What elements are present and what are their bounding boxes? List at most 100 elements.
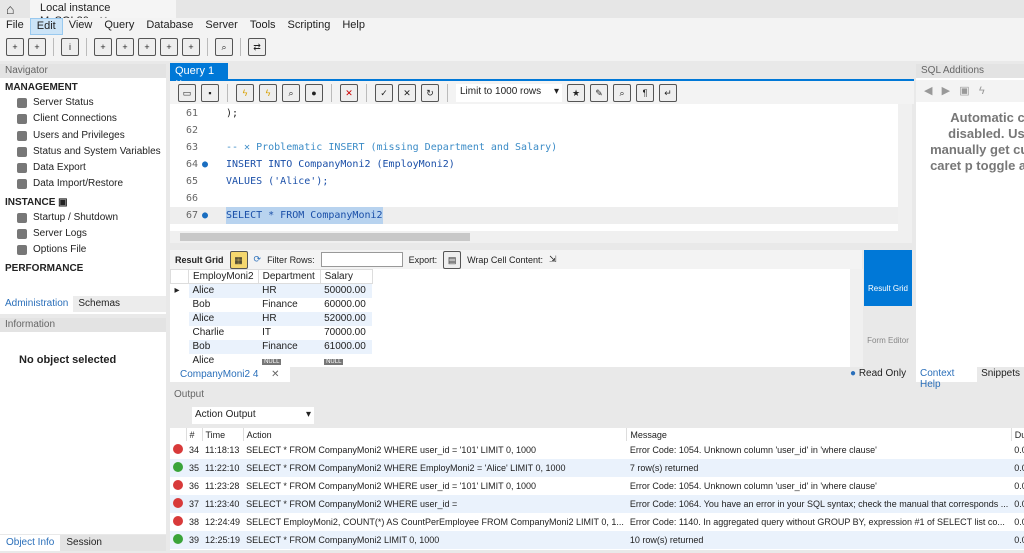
save-icon[interactable]: ▪ [201, 83, 219, 102]
form-editor-side-button[interactable]: Form Editor [864, 306, 912, 366]
cell[interactable]: Alice [189, 354, 259, 368]
tab-administration[interactable]: Administration [0, 296, 74, 312]
execute-current-icon[interactable]: ϟ [259, 83, 277, 102]
table-row[interactable]: Bob Finance 60000.00 [171, 298, 373, 312]
menu-scripting[interactable]: Scripting [282, 18, 337, 35]
column-header[interactable]: EmployMoni2 [188, 269, 259, 284]
new-sql-tab-icon[interactable]: + [6, 38, 24, 56]
cell[interactable]: Bob [189, 298, 259, 312]
cell[interactable]: Finance [258, 298, 320, 312]
cell[interactable]: 70000.00 [320, 326, 372, 340]
forward-icon[interactable]: ▶ [942, 85, 950, 97]
cell[interactable]: Bob [188, 339, 259, 354]
menu-view[interactable]: View [63, 18, 99, 35]
nav-users-privileges[interactable]: Users and Privileges [0, 128, 166, 144]
nav-status-variables[interactable]: Status and System Variables [0, 144, 166, 160]
column-header[interactable]: Time [202, 428, 244, 441]
output-row[interactable]: 38 12:24:49 SELECT EmployMoni2, COUNT(*)… [170, 513, 1024, 531]
nav-options-file[interactable]: Options File [0, 242, 166, 258]
tab-snippets[interactable]: Snippets [977, 367, 1024, 382]
tab-schemas[interactable]: Schemas [73, 296, 125, 312]
autocommit-icon[interactable]: ↻ [421, 83, 439, 102]
nav-data-import[interactable]: Data Import/Restore [0, 176, 166, 192]
inspector-icon[interactable]: i [61, 38, 79, 56]
grid-vertical-scrollbar[interactable] [850, 269, 863, 367]
column-header[interactable]: Salary [319, 269, 373, 284]
table-row[interactable]: ▸ Alice HR 50000.00 [171, 283, 373, 298]
auto-help-icon[interactable]: ϟ [979, 85, 985, 97]
null-badge[interactable]: NULL [324, 359, 344, 365]
bookmark-icon[interactable]: ★ [567, 83, 585, 102]
commit-icon[interactable]: ✓ [375, 83, 393, 102]
create-function-icon[interactable]: + [182, 38, 200, 56]
wrap-cell-icon[interactable]: ⇲ [549, 254, 557, 265]
cell[interactable]: Finance [258, 339, 321, 354]
create-procedure-icon[interactable]: + [160, 38, 178, 56]
home-icon[interactable]: ⌂ [6, 1, 14, 17]
table-row[interactable]: Bob Finance 61000.00 [171, 339, 373, 354]
null-badge[interactable]: NULL [262, 359, 282, 365]
column-header[interactable]: Dura [1011, 428, 1024, 441]
cell[interactable]: 50000.00 [320, 283, 373, 298]
output-row[interactable]: 39 12:25:19 SELECT * FROM CompanyMoni2 L… [170, 531, 1024, 549]
explain-icon[interactable]: ⌕ [282, 83, 300, 102]
result-grid[interactable]: EmployMoni2 Department Salary ▸ Alice HR 5000… [170, 269, 850, 367]
result-grid-side-button[interactable]: Result Grid [864, 250, 912, 306]
nav-client-connections[interactable]: Client Connections [0, 111, 166, 127]
stop-icon[interactable]: ● [305, 83, 323, 102]
cell[interactable]: 60000.00 [320, 298, 372, 312]
tab-session[interactable]: Session [60, 535, 108, 551]
create-view-icon[interactable]: + [138, 38, 156, 56]
column-header[interactable]: Department [257, 269, 321, 284]
filter-rows-input[interactable] [320, 252, 403, 267]
tab-query-1[interactable]: Query 1 ✕ [170, 63, 228, 88]
reconnect-icon[interactable]: ⇄ [248, 38, 266, 56]
open-folder-icon[interactable]: ▭ [178, 83, 196, 102]
invisible-chars-icon[interactable]: ¶ [636, 83, 654, 102]
menu-file[interactable]: File [0, 18, 30, 35]
table-row[interactable]: Alice HR 52000.00 [171, 311, 373, 326]
cell[interactable]: 61000.00 [320, 339, 373, 354]
instance-tab[interactable]: Local instance MySQL80✕ [30, 0, 176, 27]
cell[interactable]: HR [258, 311, 321, 326]
open-sql-file-icon[interactable]: + [28, 38, 46, 56]
nav-server-status[interactable]: Server Status [0, 95, 166, 111]
nav-server-logs[interactable]: Server Logs [0, 226, 166, 242]
output-row[interactable]: 35 11:22:10 SELECT * FROM CompanyMoni2 W… [170, 459, 1024, 477]
table-row[interactable]: Alice NULL NULL [171, 354, 373, 368]
refresh-icon[interactable]: ⟳ [254, 254, 262, 265]
wrap-icon[interactable]: ↵ [659, 83, 677, 102]
execute-icon[interactable]: ϟ [236, 83, 254, 102]
toggle-error-stop-icon[interactable]: ✕ [340, 83, 358, 102]
close-icon[interactable]: ✕ [266, 368, 285, 381]
output-row[interactable]: 37 11:23:40 SELECT * FROM CompanyMoni2 W… [170, 495, 1024, 513]
menu-query[interactable]: Query [98, 18, 140, 35]
output-type-select[interactable]: Action Output ▾ [192, 407, 314, 424]
menu-edit[interactable]: Edit [29, 18, 63, 35]
cell[interactable]: HR [258, 283, 321, 298]
beautify-icon[interactable]: ✎ [590, 83, 608, 102]
export-icon[interactable]: ▤ [443, 250, 462, 269]
output-row[interactable]: 34 11:18:13 SELECT * FROM CompanyMoni2 W… [170, 441, 1024, 459]
sql-editor[interactable]: 61); 62 63 -- ✕ Problematic INSERT (missi… [170, 104, 898, 231]
scroll-thumb[interactable] [180, 233, 470, 241]
create-table-icon[interactable]: + [116, 38, 134, 56]
cell[interactable]: Charlie [189, 326, 259, 340]
cell[interactable]: Alice [188, 283, 259, 298]
menu-tools[interactable]: Tools [244, 18, 282, 35]
tab-object-info[interactable]: Object Info [0, 535, 61, 551]
grid-icon[interactable]: ▦ [229, 250, 248, 269]
menu-help[interactable]: Help [336, 18, 371, 35]
find-icon[interactable]: ⌕ [613, 83, 631, 102]
context-help-icon[interactable]: ▣ [959, 85, 969, 97]
tab-result[interactable]: CompanyMoni2 4 ✕ [170, 367, 290, 382]
search-table-data-icon[interactable]: ⌕ [215, 38, 233, 56]
column-header[interactable]: Action [243, 428, 628, 441]
menu-database[interactable]: Database [140, 18, 199, 35]
rollback-icon[interactable]: ✕ [398, 83, 416, 102]
limit-rows-select[interactable]: Limit to 1000 rows ▾ [456, 83, 562, 102]
cell[interactable]: 52000.00 [320, 311, 373, 326]
create-schema-icon[interactable]: + [94, 38, 112, 56]
menu-server[interactable]: Server [199, 18, 243, 35]
column-header[interactable]: # [186, 428, 203, 441]
